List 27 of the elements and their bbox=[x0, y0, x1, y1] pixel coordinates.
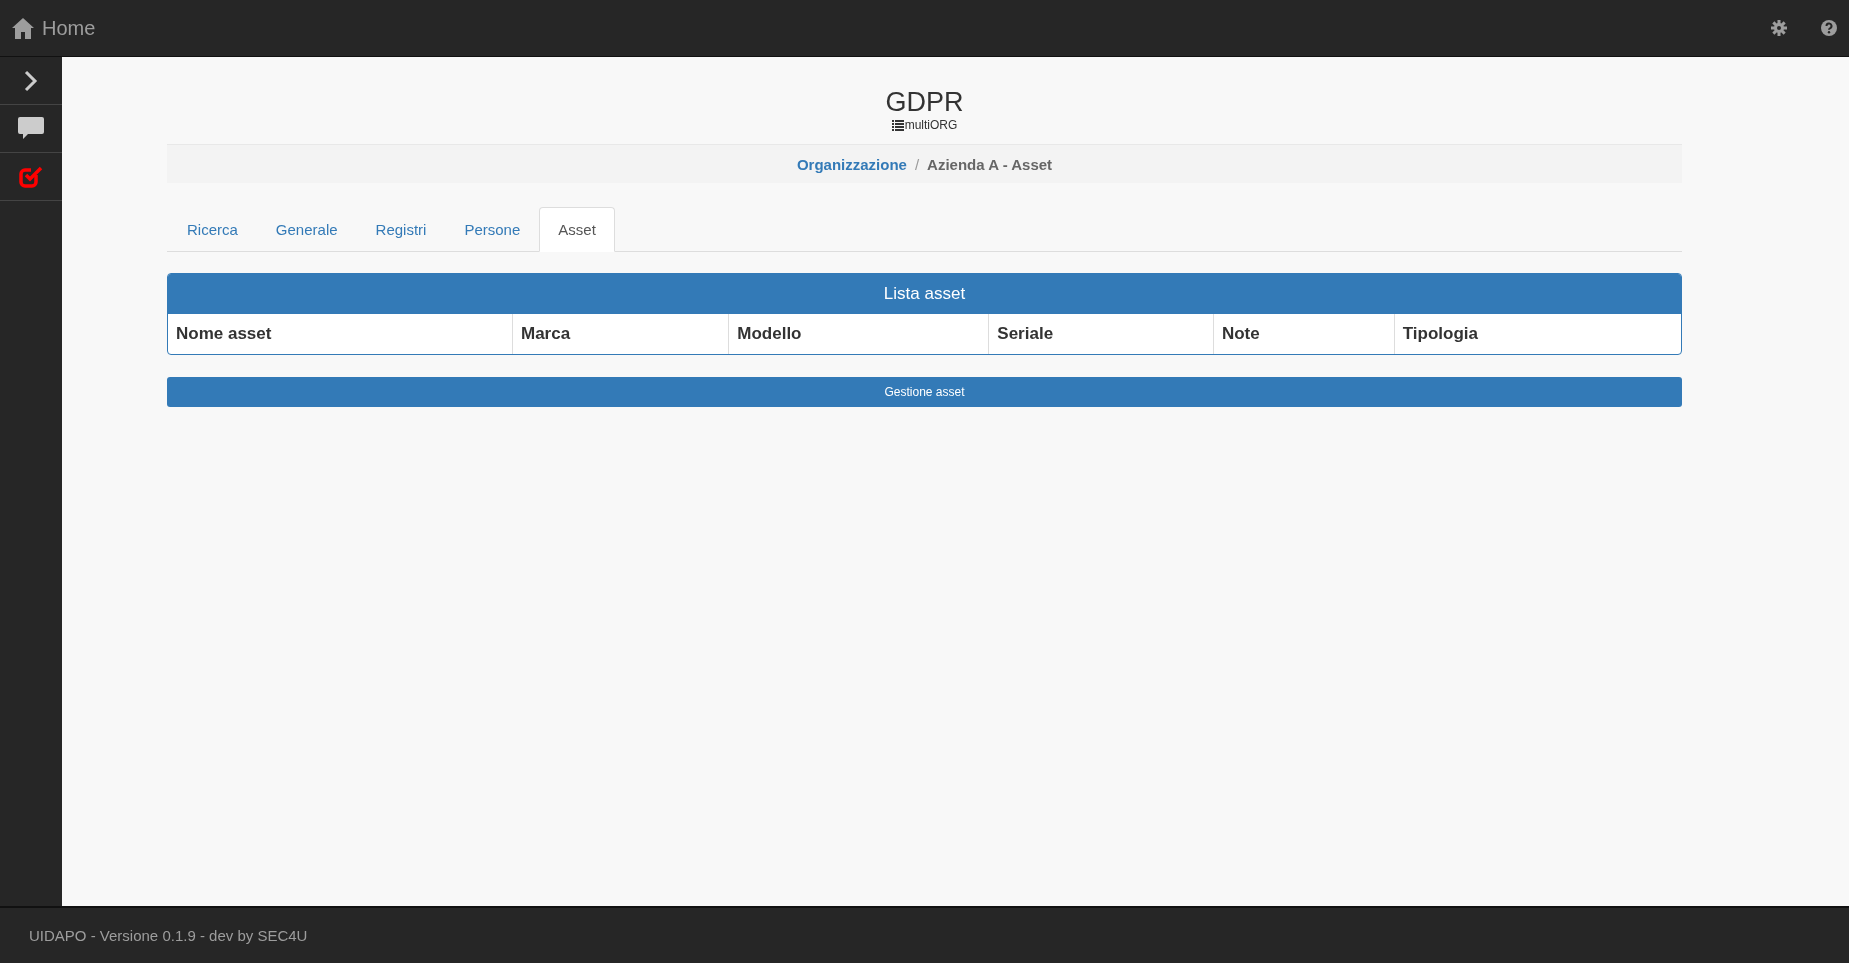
panel-title: Lista asset bbox=[168, 274, 1681, 314]
settings-icon[interactable] bbox=[1771, 20, 1787, 36]
column-header: Seriale bbox=[988, 314, 1213, 354]
tab[interactable]: Ricerca bbox=[168, 207, 257, 252]
manage-assets-button[interactable]: Gestione asset bbox=[167, 377, 1682, 407]
help-icon[interactable] bbox=[1821, 20, 1837, 36]
tab[interactable]: Persone bbox=[445, 207, 540, 252]
tab[interactable]: Registri bbox=[356, 207, 446, 252]
page-title: GDPR bbox=[885, 89, 964, 116]
tab[interactable]: Asset bbox=[539, 207, 615, 252]
footer-text: UIDAPO - Versione 0.1.9 - dev by SEC4U bbox=[29, 927, 308, 944]
breadcrumb-separator: / bbox=[914, 155, 920, 173]
chat-icon bbox=[18, 117, 44, 140]
column-header: Nome asset bbox=[175, 323, 273, 345]
column-header: Marca bbox=[511, 314, 729, 354]
breadcrumb-link[interactable]: Organizzazione bbox=[796, 155, 907, 173]
page-subtitle: multiORG bbox=[904, 118, 958, 132]
column-header: Modello bbox=[728, 314, 989, 354]
chevron-right-icon bbox=[24, 69, 38, 92]
home-icon bbox=[12, 17, 34, 39]
home-link[interactable]: Home bbox=[12, 16, 96, 40]
breadcrumb-current: Azienda A - Asset bbox=[927, 155, 1053, 173]
tab[interactable]: Generale bbox=[256, 207, 357, 252]
column-header: Note bbox=[1212, 314, 1394, 354]
column-header: Tipologia bbox=[1393, 314, 1681, 354]
list-icon bbox=[891, 119, 904, 131]
checkbox-icon bbox=[18, 164, 44, 189]
